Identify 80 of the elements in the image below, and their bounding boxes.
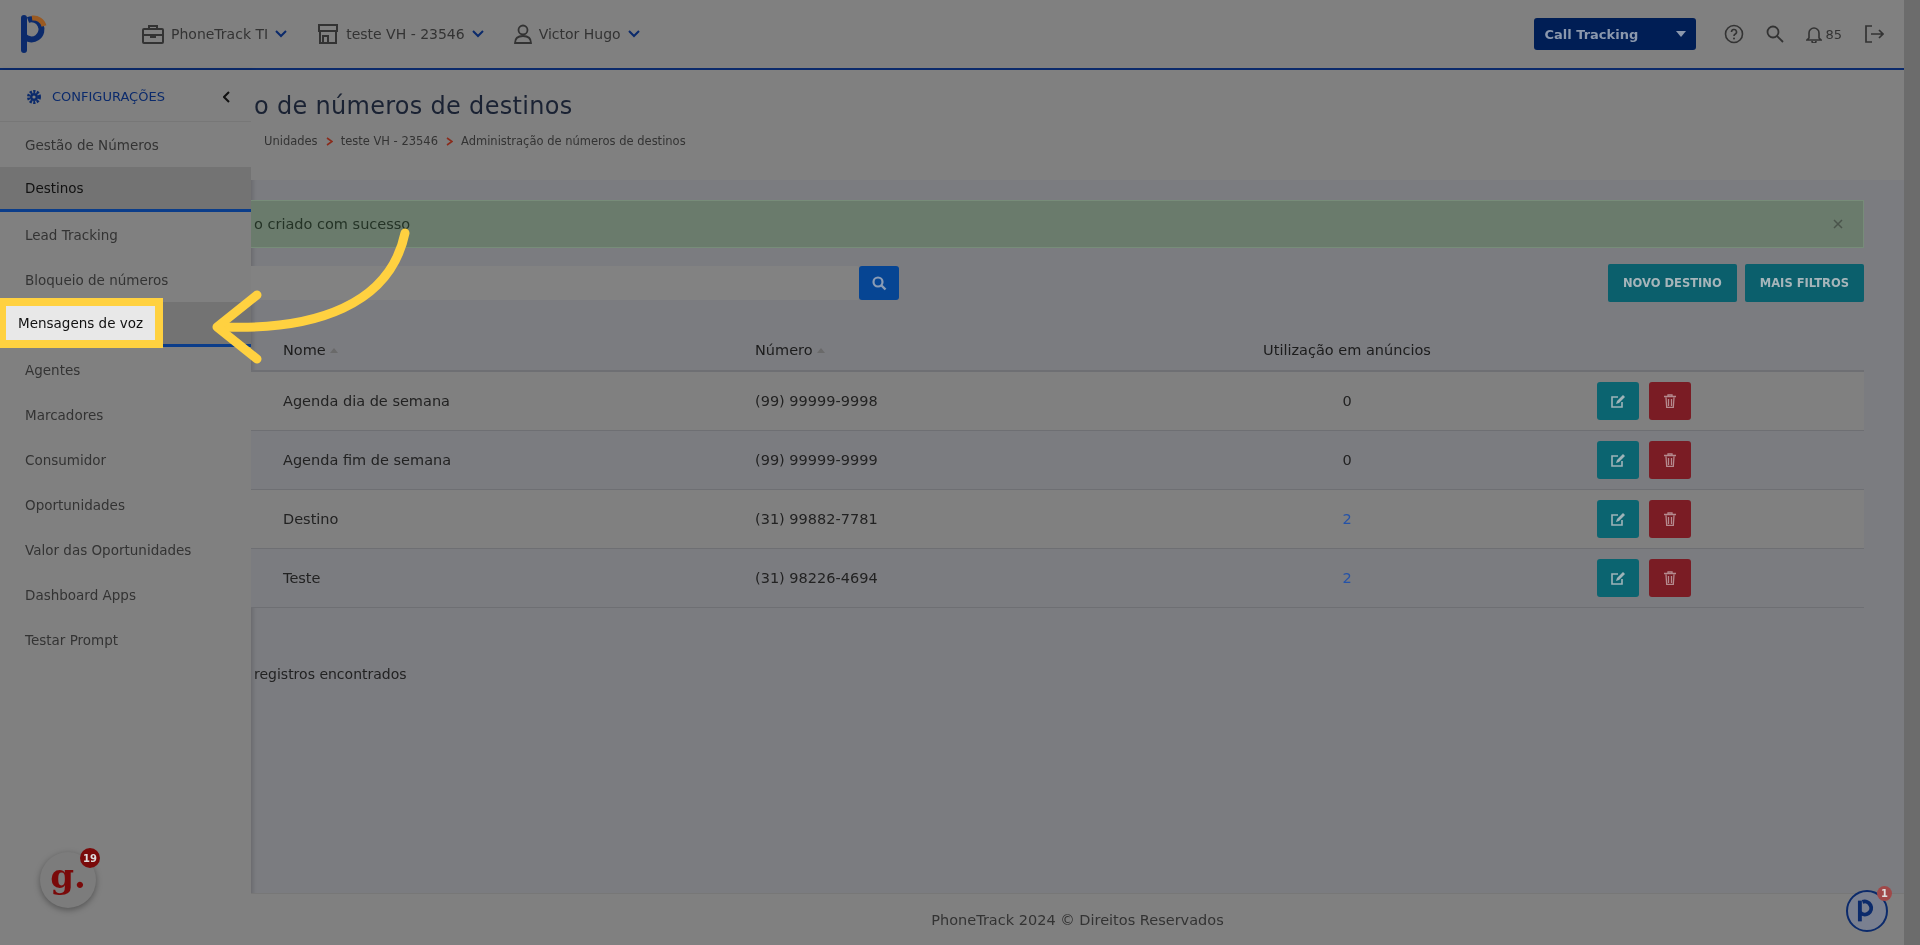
search-button[interactable] — [1766, 25, 1785, 43]
table-cell-text: (99) 99999-9998 — [755, 393, 879, 409]
table-cell-text: Agenda fim de semana — [283, 452, 453, 468]
sidebar-item[interactable]: Dashboard Apps — [0, 572, 251, 617]
search-icon — [871, 275, 887, 291]
scrollbar[interactable] — [1904, 0, 1920, 945]
help-button[interactable] — [1724, 24, 1745, 44]
notification-badge: 1 — [1877, 886, 1892, 901]
breadcrumb-separator-icon — [446, 136, 453, 146]
sidebar-item[interactable]: Consumidor — [0, 437, 251, 482]
breadcrumb-link[interactable]: teste VH - 23546 — [340, 134, 438, 148]
breadcrumb-separator-icon — [325, 136, 333, 146]
table-cell-text: Agenda dia de semana — [283, 393, 451, 409]
table-cell-text: Destino — [283, 511, 340, 527]
action-button[interactable]: MAIS FILTROS — [1744, 264, 1864, 302]
chevron-down-icon — [275, 30, 288, 38]
table-cell-text: (31) 98226-4694 — [755, 570, 879, 586]
edit-icon — [1610, 393, 1626, 409]
column-header: Utilização em anúncios — [1262, 342, 1432, 358]
notifications-button[interactable]: 85 — [1806, 25, 1842, 43]
table-cell-text: (31) 99882-7781 — [755, 511, 879, 527]
top-menu[interactable]: teste VH - 23546 — [317, 24, 484, 44]
edit-icon — [1610, 452, 1626, 468]
caret-icon — [1676, 31, 1687, 37]
logout-button[interactable] — [1864, 25, 1884, 43]
edit-icon — [1610, 570, 1626, 586]
edit-icon — [1610, 511, 1626, 527]
sidebar-item[interactable]: Testar Prompt — [0, 617, 251, 662]
breadcrumb-link[interactable]: Unidades — [264, 134, 318, 148]
chevron-down-icon — [471, 30, 484, 38]
edit-button[interactable] — [1597, 559, 1639, 597]
edit-button[interactable] — [1597, 500, 1639, 538]
collapse-icon[interactable] — [223, 90, 231, 103]
trash-icon — [1664, 512, 1676, 526]
column-header[interactable]: Nome — [283, 342, 755, 358]
sidebar-item[interactable]: Lead Tracking — [0, 212, 251, 257]
sidebar-item[interactable]: Gestão de Números — [0, 122, 251, 167]
page-title: o de números de destinos — [254, 92, 574, 120]
edit-button[interactable] — [1597, 382, 1639, 420]
top-menu[interactable]: Victor Hugo — [513, 24, 640, 44]
trash-icon — [1664, 394, 1676, 408]
gear-icon — [26, 88, 42, 105]
footer-text: PhoneTrack 2024 © Direitos Reservados — [931, 911, 1224, 928]
sidebar-item[interactable]: Valor das Oportunidades — [0, 527, 251, 572]
sidebar-item[interactable]: Oportunidades — [0, 482, 251, 527]
close-icon[interactable] — [1833, 219, 1843, 229]
sidebar-item[interactable]: Bloqueio de números — [0, 257, 251, 302]
delete-button[interactable] — [1649, 500, 1691, 538]
column-header[interactable]: Número — [755, 342, 1155, 358]
trash-icon — [1664, 571, 1676, 585]
sidebar-item[interactable]: Agentes — [0, 347, 251, 392]
table-cell-text: 0 — [1341, 393, 1353, 409]
trash-icon — [1664, 453, 1676, 467]
bell-icon — [1806, 25, 1823, 43]
chevron-down-icon — [627, 30, 640, 38]
delete-button[interactable] — [1649, 382, 1691, 420]
alert-message: o criado com sucesso — [254, 216, 411, 232]
table-cell-text: (99) 99999-9999 — [755, 452, 879, 468]
action-button[interactable]: NOVO DESTINO — [1608, 264, 1737, 302]
usage-link[interactable]: 2 — [1155, 511, 1539, 527]
records-count: registros encontrados — [254, 666, 408, 682]
delete-button[interactable] — [1649, 441, 1691, 479]
search-icon — [1766, 25, 1785, 43]
edit-button[interactable] — [1597, 441, 1639, 479]
store-icon — [317, 24, 340, 44]
top-menu[interactable]: PhoneTrack TI — [142, 24, 288, 44]
table-cell-text: 0 — [1341, 452, 1353, 468]
user-icon — [513, 24, 532, 44]
product-select[interactable]: Call Tracking — [1534, 18, 1697, 50]
search-field[interactable] — [251, 266, 859, 300]
search-button[interactable] — [859, 266, 899, 300]
usage-link[interactable]: 2 — [1155, 570, 1539, 586]
help-icon — [1724, 24, 1745, 44]
sidebar-title: CONFIGURAÇÕES — [52, 89, 166, 104]
briefcase-icon — [142, 24, 164, 44]
logout-icon — [1864, 25, 1884, 43]
table-cell-text: Teste — [283, 570, 322, 586]
sidebar-item[interactable]: Marcadores — [0, 392, 251, 437]
delete-button[interactable] — [1649, 559, 1691, 597]
sidebar-item[interactable]: Destinos — [0, 167, 251, 212]
